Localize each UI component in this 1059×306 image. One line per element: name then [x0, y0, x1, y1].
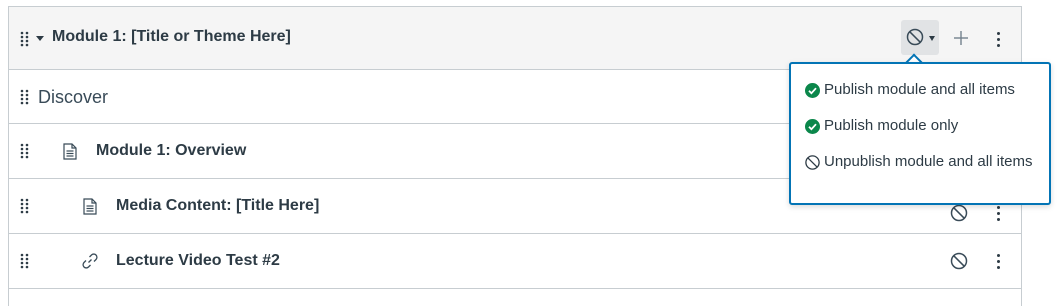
drag-handle-icon[interactable] [20, 89, 30, 105]
unpublish-all-option[interactable]: Unpublish module and all items [805, 152, 1035, 172]
chevron-down-icon [929, 36, 935, 41]
publish-all-option[interactable]: Publish module and all items [805, 80, 1015, 100]
item-publish-ban-icon[interactable] [950, 252, 968, 275]
ban-icon [906, 28, 924, 51]
check-circle-icon [805, 83, 820, 104]
link-icon [81, 252, 99, 275]
module-item-row[interactable]: Lecture Video Test #2 [9, 234, 1021, 289]
item-options-kebab-icon[interactable] [997, 206, 1001, 222]
publish-module-only-option[interactable]: Publish module only [805, 116, 958, 136]
menu-item-label: Publish module and all items [824, 81, 1015, 98]
drag-handle-icon[interactable] [20, 143, 30, 159]
drag-handle-icon[interactable] [20, 253, 30, 269]
item-options-kebab-icon[interactable] [997, 254, 1001, 270]
plus-icon [954, 31, 968, 45]
subheader-title: Discover [38, 87, 109, 107]
menu-item-label: Publish module only [824, 117, 959, 134]
drag-handle-icon[interactable] [20, 198, 30, 214]
check-circle-icon [805, 119, 820, 140]
item-title[interactable]: Media Content: [Title Here] [116, 197, 319, 215]
ban-icon [805, 155, 820, 176]
publish-menu-popover: Publish module and all items Publish mod… [789, 62, 1051, 205]
menu-item-label: Unpublish module and all items [824, 153, 1033, 170]
collapse-caret-icon[interactable] [36, 36, 44, 41]
page-icon [83, 198, 97, 220]
module-publish-button[interactable] [901, 20, 939, 55]
item-title[interactable]: Lecture Video Test #2 [116, 252, 280, 270]
item-title[interactable]: Module 1: Overview [96, 142, 246, 160]
module-options-kebab-icon[interactable] [997, 32, 1001, 48]
item-publish-ban-icon[interactable] [950, 204, 968, 227]
module-header[interactable]: Module 1: [Title or Theme Here] [9, 7, 1021, 70]
page-icon [63, 143, 77, 165]
module-title: Module 1: [Title or Theme Here] [52, 28, 291, 45]
drag-handle-icon[interactable] [20, 31, 30, 47]
add-item-button[interactable] [953, 30, 969, 51]
